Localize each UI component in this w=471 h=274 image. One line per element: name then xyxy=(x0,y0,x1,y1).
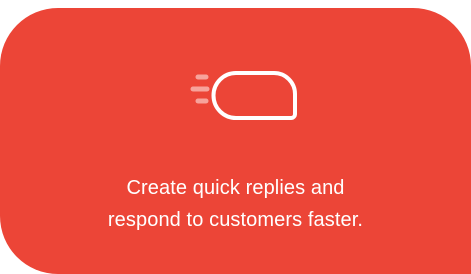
quick-reply-icon xyxy=(180,70,300,120)
promo-message: Create quick replies and respond to cust… xyxy=(0,172,471,236)
promo-message-line-1: Create quick replies and xyxy=(126,177,345,199)
promo-message-line-2: respond to customers faster. xyxy=(107,209,364,231)
promo-card: Create quick replies and respond to cust… xyxy=(0,8,471,274)
